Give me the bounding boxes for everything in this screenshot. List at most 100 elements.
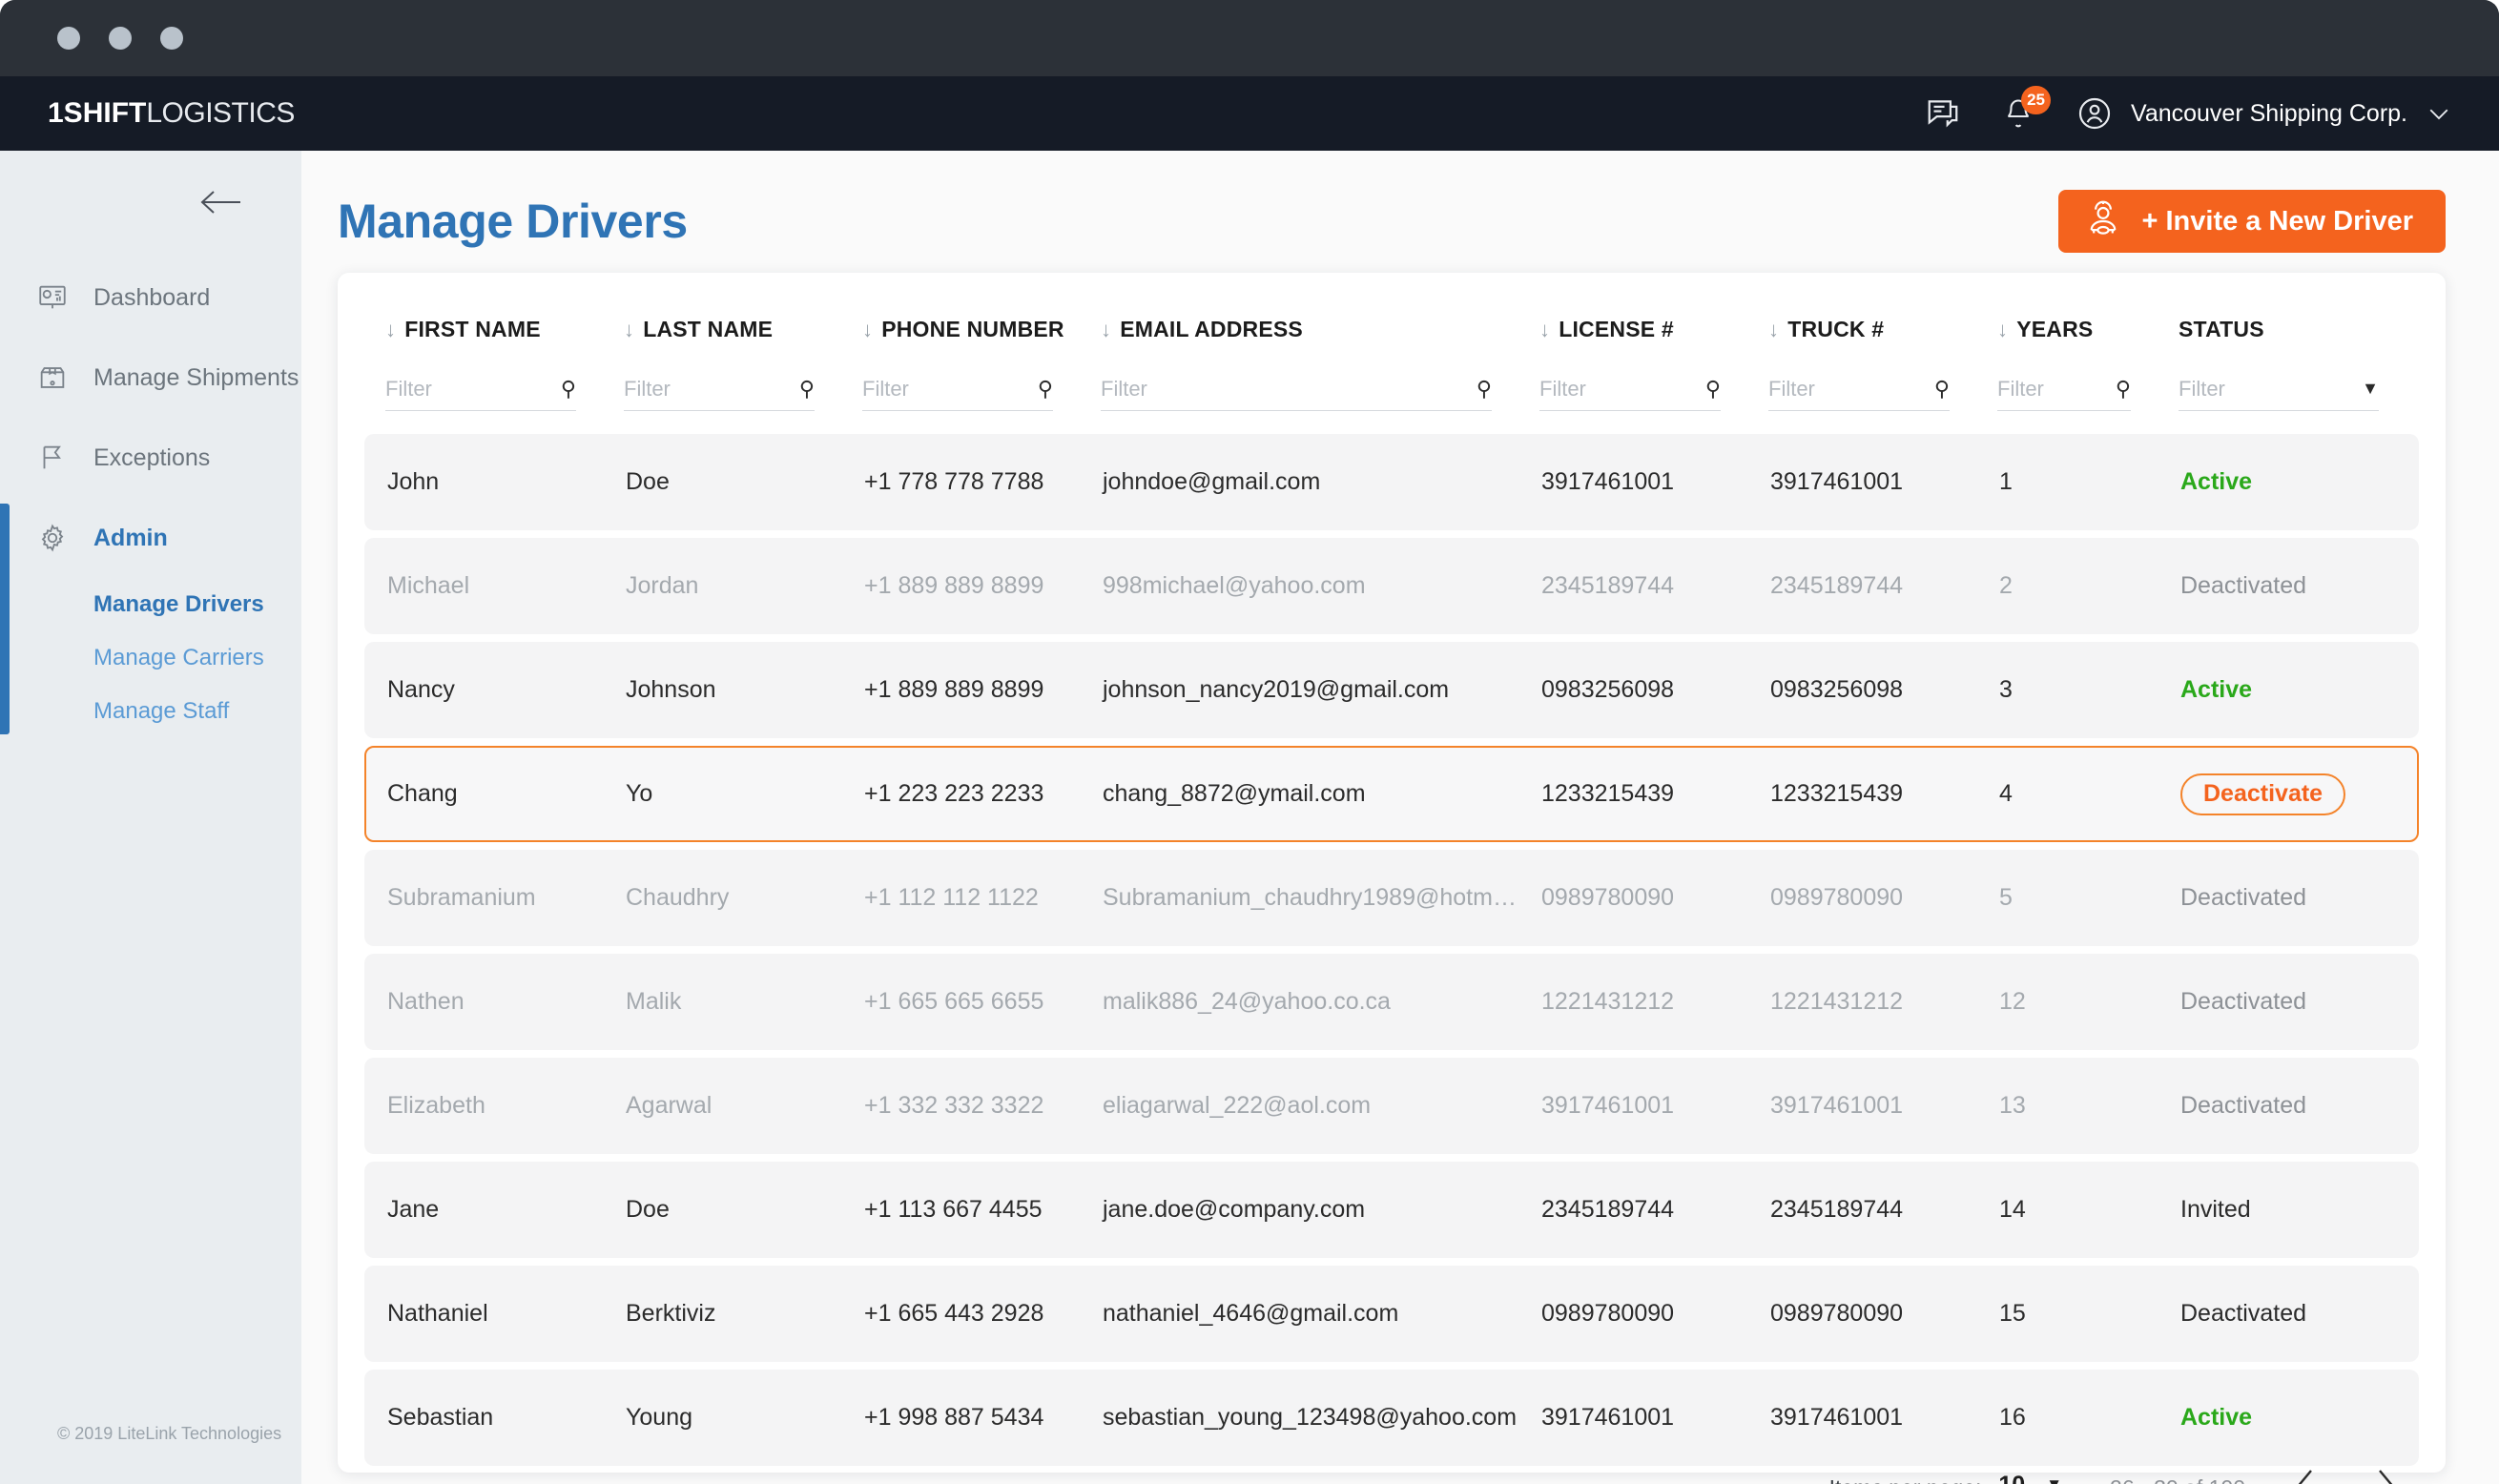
filter-input-truck-number[interactable] bbox=[1768, 376, 1927, 402]
filter-input-status[interactable] bbox=[2179, 376, 2355, 402]
cell-years: 13 bbox=[1999, 1092, 2026, 1119]
window-close-dot[interactable] bbox=[57, 27, 80, 50]
search-icon[interactable]: ⚲ bbox=[2108, 377, 2131, 402]
cell-license-number: 1221431212 bbox=[1541, 988, 1675, 1015]
column-header-years[interactable]: ↓ YEARS bbox=[1976, 317, 2158, 342]
cell-status: Active bbox=[2159, 676, 2407, 704]
column-header-last-name[interactable]: ↓ LAST NAME bbox=[603, 317, 841, 342]
table-row[interactable]: Elizabeth Agarwal +1 332 332 3322 eliagarwa… bbox=[364, 1058, 2419, 1154]
filter-cell-truck-number: ⚲ bbox=[1768, 367, 1950, 411]
cell-phone-number: +1 113 667 4455 bbox=[864, 1196, 1043, 1223]
column-header-label: YEARS bbox=[2016, 317, 2094, 341]
search-icon[interactable]: ⚲ bbox=[553, 377, 576, 402]
cell-first-name: Sebastian bbox=[387, 1404, 494, 1431]
chat-icon[interactable] bbox=[1925, 95, 1961, 132]
column-header-label: LAST NAME bbox=[643, 317, 774, 341]
filter-input-license-number[interactable] bbox=[1539, 376, 1698, 402]
app-logo[interactable]: 1SHIFTLOGISTICS bbox=[48, 97, 295, 130]
cell-last-name: Doe bbox=[626, 1196, 670, 1223]
status-badge: Deactivated bbox=[2180, 884, 2307, 911]
filter-input-phone-number[interactable] bbox=[862, 376, 1030, 402]
window-maximize-dot[interactable] bbox=[160, 27, 183, 50]
cell-last-name: Chaudhry bbox=[626, 884, 730, 911]
search-icon[interactable]: ⚲ bbox=[1030, 377, 1053, 402]
box-icon bbox=[34, 360, 71, 396]
chevron-right-icon[interactable] bbox=[2369, 1466, 2402, 1484]
sidebar-item-manage-carriers[interactable]: Manage Carriers bbox=[93, 631, 301, 685]
cell-truck-number: 1221431212 bbox=[1770, 988, 1904, 1015]
cell-license-number: 1233215439 bbox=[1541, 780, 1675, 807]
account-menu[interactable]: Vancouver Shipping Corp. bbox=[2076, 94, 2453, 133]
items-per-page-value: 10 bbox=[1998, 1472, 2025, 1484]
sidebar-item-manage-shipments[interactable]: Manage Shipments bbox=[0, 338, 301, 418]
search-icon[interactable]: ⚲ bbox=[1927, 377, 1950, 402]
table-row[interactable]: Sebastian Young +1 998 887 5434 sebastian_y… bbox=[364, 1370, 2419, 1466]
cell-last-name: Agarwal bbox=[626, 1092, 713, 1119]
column-header-truck-number[interactable]: ↓ TRUCK # bbox=[1747, 317, 1976, 342]
filter-input-last-name[interactable] bbox=[624, 376, 792, 402]
sidebar-item-manage-staff[interactable]: Manage Staff bbox=[93, 685, 301, 738]
filter-input-years[interactable] bbox=[1997, 376, 2108, 402]
chevron-down-icon[interactable]: ▼ bbox=[2354, 379, 2379, 399]
sort-descending-icon: ↓ bbox=[1768, 317, 1780, 341]
column-header-first-name[interactable]: ↓ FIRST NAME bbox=[364, 317, 603, 342]
cell-status: Deactivated bbox=[2159, 1300, 2407, 1328]
table-row[interactable]: Michael Jordan +1 889 889 8899 998michael@y… bbox=[364, 538, 2419, 634]
table-row[interactable]: Nancy Johnson +1 889 889 8899 johnson_nancy… bbox=[364, 642, 2419, 738]
search-icon[interactable]: ⚲ bbox=[1469, 377, 1492, 402]
table-row[interactable]: Subramanium Chaudhry +1 112 112 1122 Subram… bbox=[364, 850, 2419, 946]
filter-cell-years: ⚲ bbox=[1997, 367, 2131, 411]
filter-cell-phone-number: ⚲ bbox=[862, 367, 1053, 411]
sidebar-item-admin[interactable]: Admin bbox=[0, 498, 301, 578]
column-header-license-number[interactable]: ↓ LICENSE # bbox=[1518, 317, 1747, 342]
column-header-label: FIRST NAME bbox=[404, 317, 541, 341]
filter-cell-first-name: ⚲ bbox=[385, 367, 576, 411]
deactivate-button[interactable]: Deactivate bbox=[2180, 773, 2346, 815]
bell-icon[interactable]: 25 bbox=[2001, 86, 2051, 131]
cell-status: Deactivated bbox=[2159, 1092, 2407, 1120]
cell-last-name: Young bbox=[626, 1404, 692, 1431]
status-badge: Active bbox=[2180, 676, 2253, 703]
cell-email-address: nathaniel_4646@gmail.com bbox=[1103, 1300, 1399, 1327]
cell-license-number: 0989780090 bbox=[1541, 1300, 1675, 1327]
status-badge: Deactivated bbox=[2180, 988, 2307, 1015]
status-badge: Deactivated bbox=[2180, 1092, 2307, 1119]
search-icon[interactable]: ⚲ bbox=[792, 377, 815, 402]
cell-truck-number: 3917461001 bbox=[1770, 1404, 1904, 1431]
logo-secondary-text: LOGISTICS bbox=[146, 97, 295, 129]
items-per-page-label: Items per page: bbox=[1829, 1475, 1982, 1484]
search-icon[interactable]: ⚲ bbox=[1698, 377, 1721, 402]
filter-input-first-name[interactable] bbox=[385, 376, 553, 402]
cell-license-number: 3917461001 bbox=[1541, 1404, 1675, 1431]
table-row[interactable]: Chang Yo +1 223 223 2233 chang_8872@ymail.c… bbox=[364, 746, 2419, 842]
status-badge: Deactivated bbox=[2180, 572, 2307, 599]
column-header-email-address[interactable]: ↓ EMAIL ADDRESS bbox=[1080, 317, 1518, 342]
invite-new-driver-button[interactable]: + Invite a New Driver bbox=[2057, 190, 2446, 253]
account-name: Vancouver Shipping Corp. bbox=[2131, 99, 2407, 127]
chevron-left-icon[interactable] bbox=[2289, 1466, 2322, 1484]
window-minimize-dot[interactable] bbox=[109, 27, 132, 50]
items-per-page-select[interactable]: 10 ▼ bbox=[1994, 1472, 2066, 1484]
header-actions: 25 Vancouver Shipping Corp. bbox=[1925, 86, 2453, 133]
cell-years: 1 bbox=[1999, 468, 2013, 495]
column-header-label: STATUS bbox=[2179, 317, 2264, 341]
gear-icon bbox=[34, 520, 71, 556]
cell-email-address: 998michael@yahoo.com bbox=[1103, 572, 1366, 599]
filter-input-email-address[interactable] bbox=[1101, 376, 1469, 402]
table-row[interactable]: Nathaniel Berktiviz +1 665 443 2928 nathani… bbox=[364, 1266, 2419, 1362]
cell-phone-number: +1 332 332 3322 bbox=[864, 1092, 1044, 1119]
sidebar-item-manage-drivers[interactable]: Manage Drivers bbox=[93, 578, 301, 631]
logo-primary-text: 1SHIFT bbox=[48, 97, 147, 129]
cell-status: Deactivated bbox=[2159, 988, 2407, 1016]
cell-license-number: 0983256098 bbox=[1541, 676, 1675, 703]
sidebar-item-dashboard[interactable]: Dashboard bbox=[0, 258, 301, 338]
table-row[interactable]: Nathen Malik +1 665 665 6655 malik886_24@ya… bbox=[364, 954, 2419, 1050]
cell-truck-number: 0989780090 bbox=[1770, 1300, 1904, 1327]
column-header-phone-number[interactable]: ↓ PHONE NUMBER bbox=[841, 317, 1080, 342]
table-row[interactable]: John Doe +1 778 778 7788 johndoe@gmail.com 3… bbox=[364, 434, 2419, 530]
sidebar-item-exceptions[interactable]: Exceptions bbox=[0, 418, 301, 498]
table-row[interactable]: Jane Doe +1 113 667 4455 jane.doe@company.c… bbox=[364, 1162, 2419, 1258]
collapse-sidebar-arrow-icon[interactable] bbox=[198, 186, 242, 223]
cell-truck-number: 1233215439 bbox=[1770, 780, 1904, 807]
app-window: 1SHIFTLOGISTICS 25 Vancouver Shipping Co… bbox=[0, 0, 2499, 1484]
